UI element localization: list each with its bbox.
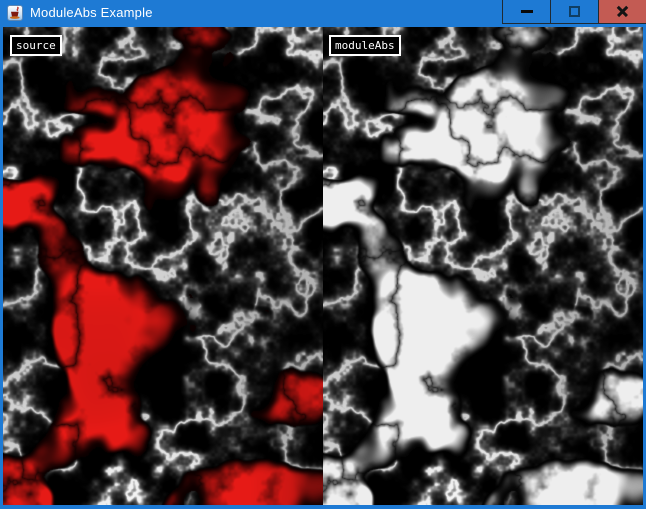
maximize-button[interactable] — [550, 0, 598, 23]
titlebar[interactable]: ModuleAbs Example — [0, 0, 646, 27]
source-image-canvas — [3, 27, 323, 505]
moduleabs-label: moduleAbs — [329, 35, 401, 56]
minimize-button[interactable] — [502, 0, 550, 23]
render-area: source moduleAbs — [3, 27, 643, 505]
maximize-icon — [569, 6, 580, 17]
app-window: ModuleAbs Example source moduleAbs — [0, 0, 646, 509]
java-coffee-cup-icon — [7, 5, 23, 21]
moduleabs-image-canvas — [323, 27, 643, 505]
source-pane: source — [3, 27, 323, 505]
window-title: ModuleAbs Example — [30, 0, 153, 25]
window-controls — [502, 0, 646, 24]
minimize-icon — [521, 10, 533, 13]
close-icon — [616, 5, 629, 18]
moduleabs-pane: moduleAbs — [323, 27, 643, 505]
source-label: source — [10, 35, 62, 56]
close-button[interactable] — [598, 0, 646, 23]
